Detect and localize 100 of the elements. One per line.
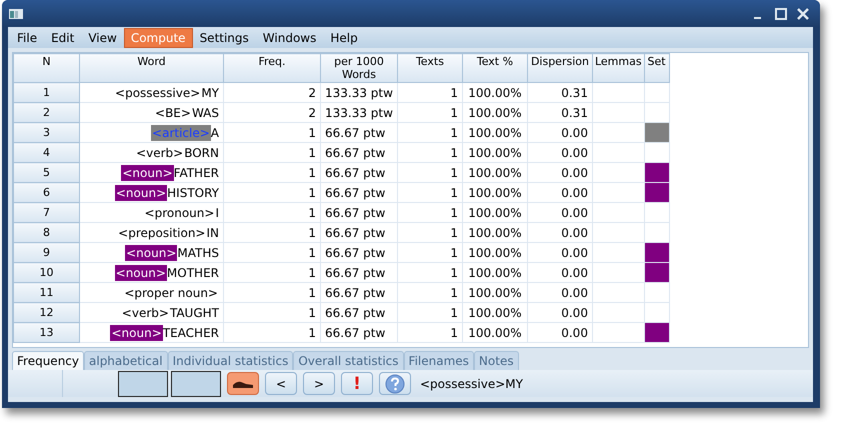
word-cell: <article>A: [80, 122, 224, 142]
table-cell: 1: [224, 182, 320, 202]
table-cell: 100.00%: [462, 262, 528, 282]
column-header[interactable]: Dispersion: [527, 54, 592, 82]
table-cell: 1: [224, 242, 320, 262]
column-header[interactable]: Lemmas: [592, 54, 644, 82]
menu-item[interactable]: Windows: [256, 28, 324, 48]
table-cell: 1: [397, 182, 462, 202]
shoe-button[interactable]: [227, 372, 259, 395]
table-cell: 2: [224, 102, 320, 122]
row-number: 7: [14, 202, 80, 222]
row-number: 11: [14, 282, 80, 302]
status-panel: [118, 370, 168, 396]
table-cell: 100.00%: [462, 122, 528, 142]
table-cell: 0.00: [527, 322, 592, 342]
table-cell: 0.00: [527, 182, 592, 202]
menu-item[interactable]: Help: [323, 28, 365, 48]
table-cell: 0.00: [527, 242, 592, 262]
table-cell: 66.67 ptw: [320, 282, 398, 302]
table-cell: 1: [224, 322, 320, 342]
row-number: 12: [14, 302, 80, 322]
column-header[interactable]: N: [14, 54, 80, 82]
table-cell: 0.00: [527, 142, 592, 162]
word-cell: <noun>FATHER: [80, 162, 224, 182]
maximize-icon[interactable]: [774, 6, 788, 20]
menu-item[interactable]: File: [10, 28, 44, 48]
table-cell: 66.67 ptw: [320, 242, 398, 262]
column-header[interactable]: Text %: [462, 54, 528, 82]
table-cell: 1: [397, 142, 462, 162]
table-cell: 66.67 ptw: [320, 122, 398, 142]
nav-button[interactable]: >: [303, 372, 335, 395]
word-cell: <noun>HISTORY: [80, 182, 224, 202]
word-cell: <BE>WAS: [80, 102, 224, 122]
table-cell: 66.67 ptw: [320, 322, 398, 342]
table-cell: 100.00%: [462, 322, 528, 342]
table-cell: 0.00: [527, 122, 592, 142]
app-icon: [8, 6, 24, 20]
row-number: 8: [14, 222, 80, 242]
word-cell: <possessive>MY: [80, 82, 224, 102]
row-number: 1: [14, 82, 80, 102]
column-header[interactable]: Word: [80, 54, 224, 82]
table-cell: 100.00%: [462, 82, 528, 102]
tab[interactable]: Filenames: [404, 351, 474, 370]
table-cell: 1: [397, 242, 462, 262]
table-cell: 1: [397, 162, 462, 182]
table-cell: 100.00%: [462, 302, 528, 322]
table-cell: 133.33 ptw: [320, 102, 398, 122]
table-cell: 0.00: [527, 302, 592, 322]
table-cell: 1: [397, 262, 462, 282]
table-cell: 1: [224, 202, 320, 222]
table-cell: 100.00%: [462, 142, 528, 162]
tab[interactable]: Individual statistics: [168, 351, 294, 370]
close-icon[interactable]: [796, 6, 810, 20]
table-cell: 100.00%: [462, 182, 528, 202]
table-cell: 2: [224, 82, 320, 102]
table-cell: 100.00%: [462, 242, 528, 262]
tab[interactable]: Notes: [474, 351, 519, 370]
table-cell: 0.31: [527, 102, 592, 122]
word-cell: <proper noun>: [80, 282, 224, 302]
table-cell: 100.00%: [462, 202, 528, 222]
table-cell: 66.67 ptw: [320, 142, 398, 162]
table-cell: 1: [224, 142, 320, 162]
menu-item[interactable]: Settings: [192, 28, 256, 48]
row-number: 4: [14, 142, 80, 162]
table-cell: 1: [224, 222, 320, 242]
column-header[interactable]: per 1000 Words: [320, 54, 398, 82]
table-cell: 0.00: [527, 222, 592, 242]
status-text: <possessive>MY: [420, 376, 523, 390]
table-cell: 1: [397, 202, 462, 222]
table-cell: 1: [224, 262, 320, 282]
alert-button[interactable]: !: [341, 372, 373, 395]
row-number: 3: [14, 122, 80, 142]
nav-button[interactable]: <: [265, 372, 297, 395]
table-cell: 100.00%: [462, 162, 528, 182]
table-cell: 1: [224, 282, 320, 302]
table-cell: 100.00%: [462, 222, 528, 242]
table-cell: 0.00: [527, 282, 592, 302]
word-cell: <preposition>IN: [80, 222, 224, 242]
table-cell: 0.31: [527, 82, 592, 102]
menu-item[interactable]: View: [81, 28, 124, 48]
menu-item[interactable]: Edit: [44, 28, 82, 48]
column-header[interactable]: Freq.: [224, 54, 320, 82]
row-number: 5: [14, 162, 80, 182]
table-cell: 0.00: [527, 202, 592, 222]
help-button[interactable]: [379, 372, 411, 395]
table-cell: 100.00%: [462, 282, 528, 302]
table-cell: 66.67 ptw: [320, 262, 398, 282]
row-number: 13: [14, 322, 80, 342]
table-cell: 66.67 ptw: [320, 182, 398, 202]
column-header[interactable]: Set: [644, 54, 670, 82]
table-cell: 1: [397, 222, 462, 242]
table-cell: 1: [397, 322, 462, 342]
tab[interactable]: Frequency: [12, 351, 84, 370]
word-cell: <noun>MOTHER: [80, 262, 224, 282]
column-header[interactable]: Texts: [397, 54, 462, 82]
tab[interactable]: Overall statistics: [293, 351, 404, 370]
table-cell: 1: [224, 162, 320, 182]
table-cell: 66.67 ptw: [320, 162, 398, 182]
row-number: 9: [14, 242, 80, 262]
tab[interactable]: alphabetical: [84, 351, 168, 370]
